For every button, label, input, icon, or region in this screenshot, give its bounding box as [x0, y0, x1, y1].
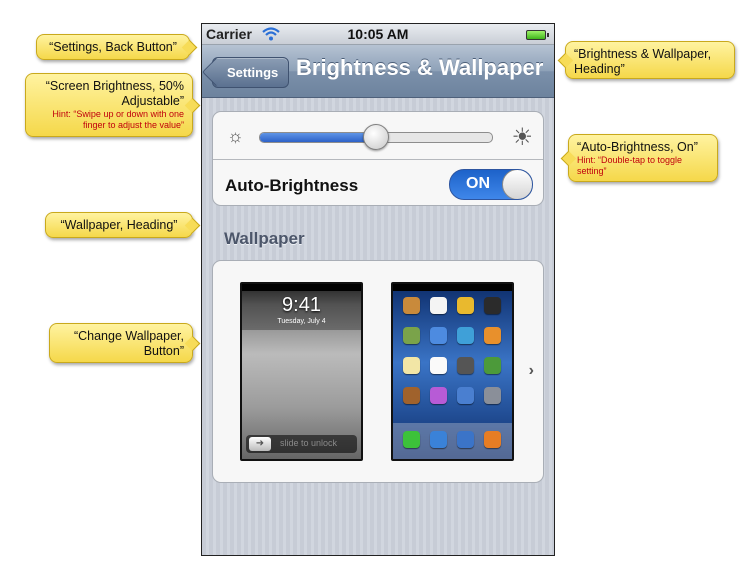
callout-heading: “Brightness & Wallpaper, Heading”: [565, 41, 735, 79]
unlock-text: slide to unlock: [280, 438, 338, 448]
callout-auto-brightness: “Auto-Brightness, On” Hint: “Double-tap …: [568, 134, 718, 182]
callout-auto-brightness-text: “Auto-Brightness, On”: [577, 140, 698, 154]
lock-date: Tuesday, July 4: [277, 318, 326, 325]
chevron-right-icon: ›: [528, 362, 534, 379]
callout-brightness: “Screen Brightness, 50% Adjustable” Hint…: [25, 73, 193, 137]
app-icon: [457, 357, 474, 374]
arrow-right-icon: ➜: [249, 437, 271, 451]
wallpaper-heading: Wallpaper: [224, 229, 305, 248]
app-icon: [484, 357, 501, 374]
mini-status-bar: [242, 284, 361, 291]
back-button-label: Settings: [227, 65, 279, 80]
app-icon: [403, 327, 420, 344]
phone-screen: Carrier 10:05 AM Settings Brightness & W…: [201, 23, 555, 556]
toggle-knob: [502, 170, 532, 199]
callout-brightness-hint: Hint: “Swipe up or down with one finger …: [52, 109, 184, 130]
back-button[interactable]: Settings: [212, 57, 290, 88]
sun-dim-icon: ☼: [227, 126, 244, 146]
auto-brightness-toggle[interactable]: ON: [449, 169, 533, 200]
battery-icon: [526, 30, 549, 40]
app-icon: [484, 297, 501, 314]
lock-screen-preview: 9:41 Tuesday, July 4 ➜ slide to unlock: [240, 282, 363, 461]
app-icon: [430, 327, 447, 344]
mini-status-bar: [393, 284, 512, 291]
divider: [213, 159, 543, 160]
auto-brightness-label: Auto-Brightness: [225, 176, 359, 195]
dock-app-icon: [430, 431, 447, 448]
dock-app-icon: [403, 431, 420, 448]
app-icon: [430, 387, 447, 404]
change-wallpaper-button[interactable]: 9:41 Tuesday, July 4 ➜ slide to unlock ›: [212, 260, 544, 483]
home-screen-preview: [391, 282, 514, 461]
callout-brightness-text: “Screen Brightness, 50% Adjustable”: [45, 79, 184, 108]
callout-wallpaper-heading-text: “Wallpaper, Heading”: [60, 218, 178, 232]
app-icon: [457, 297, 474, 314]
app-icon: [484, 327, 501, 344]
app-icon: [403, 387, 420, 404]
dock-app-icon: [457, 431, 474, 448]
app-icon: [484, 387, 501, 404]
toggle-state-label: ON: [466, 175, 490, 192]
status-bar: Carrier 10:05 AM: [202, 24, 554, 45]
navigation-bar: Settings Brightness & Wallpaper: [202, 45, 554, 98]
lock-time: 9:41: [282, 294, 321, 316]
app-icon: [403, 297, 420, 314]
app-icon: [430, 357, 447, 374]
brightness-group: ☼ ☀ Auto-Brightness ON: [212, 111, 544, 206]
callout-auto-brightness-hint: Hint: “Double-tap to toggle setting”: [577, 155, 683, 176]
callout-wallpaper-heading: “Wallpaper, Heading”: [45, 212, 193, 238]
app-icon: [457, 327, 474, 344]
callout-change-wallpaper-text: “Change Wallpaper, Button”: [73, 329, 184, 358]
callout-heading-text: “Brightness & Wallpaper, Heading”: [574, 47, 712, 76]
callout-back-button: “Settings, Back Button”: [36, 34, 190, 60]
dock-app-icon: [484, 431, 501, 448]
slide-to-unlock-bar: ➜ slide to unlock: [246, 435, 357, 453]
sun-bright-icon: ☀: [511, 124, 533, 151]
brightness-slider-fill: [260, 133, 376, 142]
brightness-slider-thumb[interactable]: [363, 124, 389, 150]
app-icon: [403, 357, 420, 374]
page-title: Brightness & Wallpaper: [296, 55, 544, 80]
app-icon: [430, 297, 447, 314]
status-time: 10:05 AM: [347, 26, 409, 42]
callout-back-text: “Settings, Back Button”: [49, 40, 177, 54]
callout-change-wallpaper: “Change Wallpaper, Button”: [49, 323, 193, 363]
app-icon: [457, 387, 474, 404]
